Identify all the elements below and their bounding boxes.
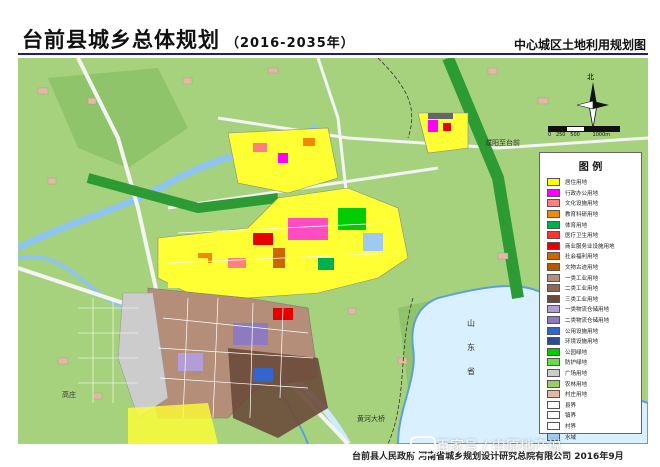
legend-item: 公园绿地 [547,347,615,358]
legend-swatch [547,421,560,430]
bridge-label: 黄河大桥 [357,415,385,423]
legend-label: 医疗卫生用地 [565,233,599,240]
legend-item: 行政办公用地 [547,188,615,199]
legend-label: 文化设施用地 [565,201,599,208]
legend-swatch [547,220,560,229]
legend-label: 公用设施用地 [565,328,599,335]
legend-item: 一类物流仓储用地 [547,304,615,315]
legend-item: 农林用地 [547,378,615,389]
village-label: 高庄 [62,391,76,399]
legend-label: 县界 [565,402,577,409]
legend-swatch [547,284,560,293]
legend-swatch [547,400,560,409]
legend-swatch [547,305,560,314]
legend-list: 居住用地行政办公用地 文化设施用地 教育科研用地 体育用地医疗卫生用地商业服务业设施用… [547,177,615,442]
page-title: 台前县城乡总体规划 （2016-2035年） [22,24,355,54]
legend-label: 公园绿地 [565,349,588,356]
legend-swatch [547,379,560,388]
legend-swatch [547,316,560,325]
legend-label: 教育科研用地 [565,212,599,219]
legend-label: 商业服务业设施用地 [565,243,615,250]
legend-label: 环境设施用地 [565,339,599,346]
legend-swatch [547,390,560,399]
legend-label: 二类工业用地 [565,286,599,293]
legend-label: 防护绿地 [565,360,588,367]
legend-item: 社会福利用地 [547,251,615,262]
legend: 图 例 居住用地行政办公用地 文化设施用地 教育科研用地 体育用地医疗卫生用地商业服务… [539,152,642,441]
legend-swatch [547,294,560,303]
legend-item: 二类物流仓储用地 [547,315,615,326]
legend-label: 三类工业用地 [565,296,599,303]
legend-item: 医疗卫生用地 [547,230,615,241]
legend-swatch [547,231,560,240]
legend-swatch [547,326,560,335]
legend-swatch [547,178,560,187]
legend-swatch [547,368,560,377]
legend-label: 文物古迹用地 [565,265,599,272]
legend-label: 村庄用地 [565,392,588,399]
title-years: （2016-2035年） [226,36,355,51]
legend-item: 镇界 [547,410,615,421]
legend-label: 社会福利用地 [565,254,599,261]
title-main: 台前县城乡总体规划 [22,28,220,52]
scale-bar: 0 250 500 1000m [548,126,626,142]
legend-swatch [547,337,560,346]
legend-label: 二类物流仓储用地 [565,318,610,325]
legend-label: 体育用地 [565,222,588,229]
legend-item: 体育用地 [547,219,615,230]
legend-item: 文化设施用地 [547,198,615,209]
legend-item: 教育科研用地 [547,209,615,220]
legend-swatch [547,358,560,367]
legend-label: 农林用地 [565,381,588,388]
legend-item: 环境设施用地 [547,336,615,347]
watermark-icon [410,436,436,456]
scale-label: 0 250 500 1000m [548,132,611,138]
legend-label: 水域 [565,434,577,441]
legend-swatch [547,210,560,219]
legend-swatch [547,241,560,250]
province-label: 山 东 省 [467,319,475,376]
legend-item: 商业服务业设施用地 [547,241,615,252]
legend-swatch [547,199,560,208]
legend-label: 行政办公用地 [565,190,599,197]
road-label: 濮阳至台前 [485,139,520,147]
legend-item: 文物古迹用地 [547,262,615,273]
watermark-text: 百家号 / 中原地产说 [436,439,562,455]
legend-swatch [547,263,560,272]
legend-item: 防护绿地 [547,357,615,368]
legend-item: 二类工业用地 [547,283,615,294]
legend-label: 居住用地 [565,180,588,187]
legend-swatch [547,273,560,282]
legend-item: 村庄用地 [547,389,615,400]
legend-label: 村界 [565,423,577,430]
legend-label: 广场用地 [565,370,588,377]
legend-title: 图 例 [578,162,603,173]
legend-item: 县界 [547,399,615,410]
legend-item: 一类工业用地 [547,272,615,283]
compass-icon [576,82,609,129]
legend-swatch [547,188,560,197]
title-rule [18,53,648,55]
map-sheet: 台前县城乡总体规划 （2016-2035年） 中心城区土地利用规划图 山 东 省… [0,0,660,467]
legend-item: 广场用地 [547,368,615,379]
legend-swatch [547,411,560,420]
legend-item: 村界 [547,421,615,432]
legend-swatch [547,252,560,261]
legend-item: 居住用地 [547,177,615,188]
legend-swatch [547,347,560,356]
legend-label: 一类工业用地 [565,275,599,282]
legend-item: 公用设施用地 [547,325,615,336]
legend-item: 三类工业用地 [547,294,615,305]
legend-label: 镇界 [565,413,577,420]
north-arrow: 北 [573,72,613,130]
legend-label: 一类物流仓储用地 [565,307,610,314]
map-subtitle: 中心城区土地利用规划图 [513,38,646,52]
